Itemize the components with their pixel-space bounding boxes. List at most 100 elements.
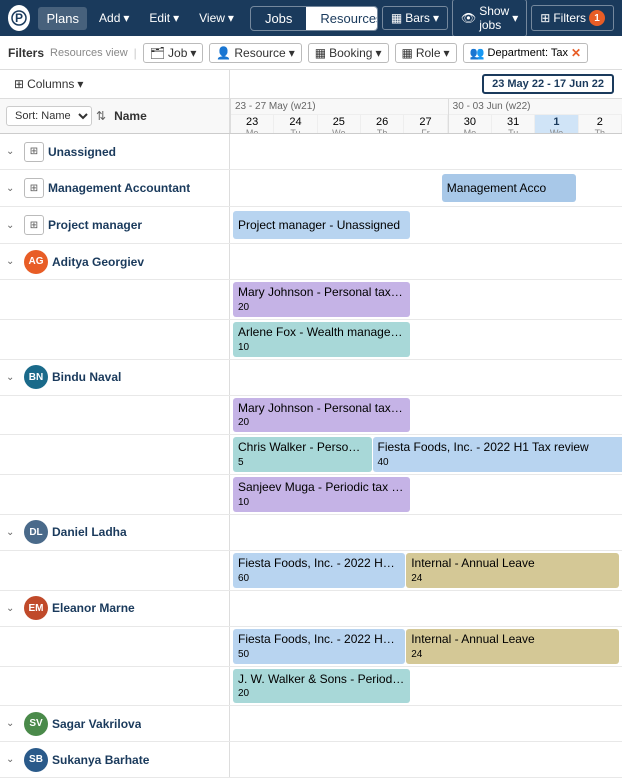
booking-icon: ▦	[315, 46, 326, 60]
row-left-cell: ⌄ SB Sukanya Barhate	[0, 742, 230, 777]
expand-icon[interactable]: ⌄	[6, 372, 20, 383]
task-bar[interactable]: Mary Johnson - Personal tax matters20	[233, 398, 410, 433]
task-bar[interactable]: Project manager - Unassigned	[233, 211, 410, 239]
filter-bar: Filters Resources view | 🗂 Job▾ 👤 Resour…	[0, 36, 622, 70]
row-label[interactable]: Sukanya Barhate	[52, 753, 149, 767]
app-logo: P	[8, 5, 30, 31]
row-right-cell	[230, 134, 622, 169]
task-bar[interactable]: Chris Walker - Personal finances5	[233, 437, 372, 472]
row-right-cell: Fiesta Foods, Inc. - 2022 H1 Tax review6…	[230, 551, 622, 590]
row-right-cell	[230, 591, 622, 626]
row-label[interactable]: Sagar Vakrilova	[52, 717, 141, 731]
group-icon: ⊞	[24, 142, 44, 162]
expand-icon[interactable]: ⌄	[6, 527, 20, 538]
date-cell: 24Tu	[274, 115, 317, 133]
resource-filter-chip[interactable]: 👤 Resource▾	[209, 43, 301, 63]
task-bar[interactable]: Fiesta Foods, Inc. - 2022 H1 Tax review6…	[233, 553, 405, 588]
row-label[interactable]: Project manager	[48, 218, 142, 232]
bars-button[interactable]: ▦ Bars ▾	[382, 6, 448, 30]
task-bar[interactable]: Arlene Fox - Wealth management10	[233, 322, 410, 357]
row-right-cell: Sanjeev Muga - Periodic tax consultancy1…	[230, 475, 622, 514]
week-range-display: 23 May 22 - 17 Jun 22	[482, 74, 614, 94]
sort-select[interactable]: Sort: Name	[6, 106, 92, 126]
resources-view-sub: Resources view	[50, 47, 128, 59]
avatar: BN	[24, 365, 48, 389]
group-header-row: ⌄ ⊞ Unassigned	[0, 134, 622, 170]
row-label[interactable]: Bindu Naval	[52, 370, 121, 384]
row-left-cell	[0, 627, 230, 666]
row-right-cell: Fiesta Foods, Inc. - 2022 H1 Tax review5…	[230, 627, 622, 666]
row-label[interactable]: Unassigned	[48, 145, 116, 159]
dept-close-icon[interactable]: ✕	[571, 46, 581, 60]
sort-direction-icon[interactable]: ⇅	[96, 109, 106, 123]
task-bar[interactable]: Management Acco	[442, 174, 577, 202]
expand-icon[interactable]: ⌄	[6, 603, 20, 614]
group-header-row: ⌄EMEleanor Marne	[0, 591, 622, 627]
role-filter-chip[interactable]: ▦ Role▾	[395, 43, 457, 63]
row-label[interactable]: Management Accountant	[48, 181, 190, 195]
avatar: SV	[24, 712, 48, 736]
task-row: Arlene Fox - Wealth management10	[0, 320, 622, 360]
booking-filter-chip[interactable]: ▦ Booking▾	[308, 43, 389, 63]
group-header-row: ⌄ SV Sagar Vakrilova	[0, 706, 622, 742]
row-left-cell	[0, 551, 230, 590]
expand-icon[interactable]: ⌄	[6, 718, 20, 729]
task-row: Sanjeev Muga - Periodic tax consultancy1…	[0, 475, 622, 515]
resource-icon: 👤	[216, 46, 231, 60]
task-bar[interactable]: Mary Johnson - Personal tax matters20	[233, 282, 410, 317]
row-right-cell: Chris Walker - Personal finances5Fiesta …	[230, 435, 622, 474]
row-left-cell	[0, 475, 230, 514]
job-filter-chip[interactable]: 🗂 Job▾	[143, 43, 204, 63]
add-nav[interactable]: Add ▾	[91, 7, 137, 29]
group-icon: ⊞	[24, 178, 44, 198]
expand-icon[interactable]: ⌄	[6, 256, 20, 267]
row-right-cell: Mary Johnson - Personal tax matters20	[230, 396, 622, 435]
date-cell: 25We	[318, 115, 361, 133]
group-header-row: ⌄ ⊞ Project manager Project manager - Unass…	[0, 207, 622, 244]
department-filter-chip[interactable]: 👥 Department: Tax ✕	[463, 43, 589, 63]
expand-icon[interactable]: ⌄	[6, 754, 20, 765]
row-left-cell: ⌄EMEleanor Marne	[0, 591, 230, 626]
columns-button[interactable]: ⊞ Columns ▾	[8, 75, 89, 93]
week2-label: 30 - 03 Jun (w22)	[449, 99, 622, 115]
filters-button[interactable]: ⊞ Filters 1	[531, 5, 614, 31]
task-row: Mary Johnson - Personal tax matters20	[0, 396, 622, 436]
expand-icon[interactable]: ⌄	[6, 183, 20, 194]
row-left-cell	[0, 280, 230, 319]
row-right-cell: J. W. Walker & Sons - Periodic Business …	[230, 667, 622, 706]
eye-icon: 👁	[461, 11, 476, 25]
row-left-cell: ⌄ ⊞ Management Accountant	[0, 170, 230, 206]
row-left-cell	[0, 435, 230, 474]
task-row: Mary Johnson - Personal tax matters20	[0, 280, 622, 320]
group-icon: ⊞	[24, 215, 44, 235]
task-bar[interactable]: Fiesta Foods, Inc. - 2022 H1 Tax review4…	[373, 437, 622, 472]
task-bar[interactable]: J. W. Walker & Sons - Periodic Business …	[233, 669, 410, 704]
task-bar[interactable]: Internal - Annual Leave24	[406, 553, 619, 588]
tab-jobs[interactable]: Jobs	[251, 7, 306, 30]
expand-icon[interactable]: ⌄	[6, 220, 20, 231]
plans-nav[interactable]: Plans	[38, 7, 87, 30]
row-right-cell	[230, 706, 622, 741]
row-left-cell: ⌄ DL Daniel Ladha	[0, 515, 230, 550]
task-bar[interactable]: Sanjeev Muga - Periodic tax consultancy1…	[233, 477, 410, 512]
avatar: DL	[24, 520, 48, 544]
row-right-cell: Management Acco	[230, 170, 622, 206]
edit-nav[interactable]: Edit ▾	[141, 7, 187, 29]
row-label[interactable]: Eleanor Marne	[52, 601, 135, 615]
row-label[interactable]: Daniel Ladha	[52, 525, 127, 539]
filter-count-badge: 1	[589, 10, 605, 26]
top-navigation: P Plans Add ▾ Edit ▾ View ▾ Jobs Resourc…	[0, 0, 622, 36]
task-bar[interactable]: Internal - Annual Leave24	[406, 629, 619, 664]
task-bar[interactable]: Fiesta Foods, Inc. - 2022 H1 Tax review5…	[233, 629, 405, 664]
nav-right-actions: ▦ Bars ▾ 👁 Show jobs ▾ ⊞ Filters 1	[382, 0, 614, 37]
avatar: SB	[24, 748, 48, 772]
show-jobs-button[interactable]: 👁 Show jobs ▾	[452, 0, 527, 37]
view-nav[interactable]: View ▾	[191, 7, 242, 29]
row-left-cell	[0, 667, 230, 706]
row-label[interactable]: Aditya Georgiev	[52, 255, 144, 269]
task-row: J. W. Walker & Sons - Periodic Business …	[0, 667, 622, 707]
date-cell: 23Mo	[231, 115, 274, 133]
expand-icon[interactable]: ⌄	[6, 146, 20, 157]
tab-resources[interactable]: Resources	[306, 7, 377, 30]
filter-icon: ⊞	[540, 11, 550, 25]
